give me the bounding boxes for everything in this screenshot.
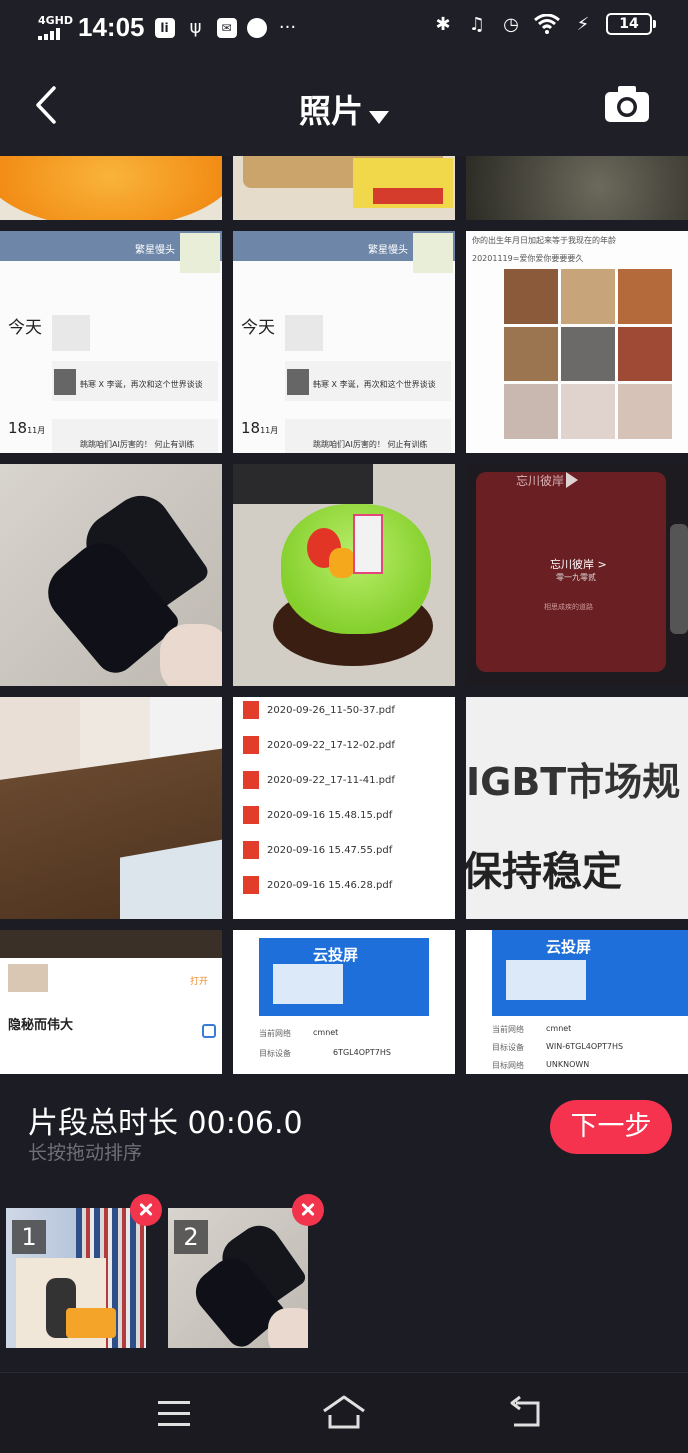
song-lyric: 相思成疾的道路 — [544, 603, 593, 611]
clock: 14:05 — [78, 12, 145, 42]
album-selector[interactable]: 照片 — [0, 86, 688, 132]
doc-text-line: IGBT市场规 — [466, 760, 681, 804]
system-navigation-bar — [0, 1372, 688, 1453]
menu-icon[interactable] — [152, 1393, 196, 1433]
mail-icon: ✉ — [216, 17, 237, 38]
song-title: 忘川彼岸 > — [550, 558, 607, 571]
cast-title: 云投屏 — [313, 946, 359, 964]
cast-network-label: 当前网络 — [492, 1025, 524, 1034]
next-step-button[interactable]: 下一步 — [550, 1100, 672, 1154]
pdf-item: 2020-09-16 15.47.55.pdf — [267, 844, 393, 856]
dropdown-caret-icon — [369, 111, 389, 124]
cast-device: 6TGL4OPT7HS — [333, 1048, 391, 1057]
clip-order-number: 2 — [174, 1220, 208, 1254]
song-title-art: 忘川彼岸 — [516, 474, 565, 488]
screenshot-cloud-cast-1[interactable]: 云投屏 当前网络 cmnet 目标设备 6TGL4OPT7HS — [233, 930, 455, 1074]
cast-device: WIN-6TGL4OPT7HS — [546, 1042, 624, 1051]
pdf-item: 2020-09-16 15.48.15.pdf — [267, 809, 393, 821]
status-bar: 4GHD 14:05 li ψ ✉ ··· ✱ ♫ ◷ ⚡ 14 — [0, 0, 688, 56]
compass-icon — [246, 17, 267, 38]
page-title: 照片 — [298, 92, 363, 130]
selected-clip-1[interactable]: 1 — [6, 1194, 162, 1348]
alarm-icon: ◷ — [503, 13, 519, 35]
cast-device-label: 目标设备 — [259, 1049, 291, 1058]
screenshot-cloud-cast-2[interactable]: 云投屏 当前网络 cmnet 目标设备 WIN-6TGL4OPT7HS 目标网络… — [466, 930, 688, 1074]
photo-cake[interactable] — [233, 464, 455, 686]
chat-month: 11月 — [27, 426, 46, 435]
cast-target-network: UNKNOWN — [546, 1060, 590, 1069]
screenshot-collage[interactable]: 你的出生年月日加起来等于我现在的年龄 20201119=爱你爱你要要要久 — [466, 231, 688, 453]
network-type: 4GHD — [38, 14, 74, 27]
open-link: 打开 — [190, 977, 209, 987]
cast-network: cmnet — [546, 1024, 572, 1033]
chat-message-2: 跳跳咱们AI厉害的！ 何止有训练 — [313, 440, 428, 449]
pdf-item: 2020-09-22_17-11-41.pdf — [267, 774, 395, 786]
photo-orange[interactable] — [0, 156, 222, 220]
pdf-item: 2020-09-22_17-12-02.pdf — [267, 739, 395, 751]
photo-dark-surface[interactable] — [466, 156, 688, 220]
video-title: 隐秘而伟大 — [8, 1018, 74, 1033]
cast-title: 云投屏 — [546, 938, 592, 956]
collage-caption-2: 20201119=爱你爱你要要要久 — [472, 254, 584, 263]
pdf-item: 2020-09-16 15.46.28.pdf — [267, 879, 393, 891]
app-notification-icon: li — [154, 17, 175, 38]
chat-message: 韩寒 X 李诞，再次和这个世界谈谈 — [313, 380, 436, 389]
back-icon[interactable] — [504, 1393, 548, 1433]
selected-clip-2[interactable]: 2 — [168, 1194, 324, 1348]
screenshot-pdf-list[interactable]: 2020-09-26_11-50-37.pdf 2020-09-22_17-12… — [233, 697, 455, 919]
screenshot-chat-2[interactable]: 繁星慢头 今天 韩寒 X 李诞，再次和这个世界谈谈 1811月 跳跳咱们AI厉害… — [233, 231, 455, 453]
doc-text-line-2: 保持稳定 — [466, 849, 622, 895]
chat-message: 韩寒 X 李诞，再次和这个世界谈谈 — [80, 380, 203, 389]
chat-day: 18 — [8, 419, 28, 437]
cast-target-network-label: 目标网络 — [492, 1061, 524, 1070]
screenshot-chat-1[interactable]: 繁星慢头 今天 韩寒 X 李诞，再次和这个世界谈谈 1811月 跳跳咱们AI厉害… — [0, 231, 222, 453]
photo-food-bag[interactable] — [233, 156, 455, 220]
photo-boots[interactable] — [0, 464, 222, 686]
song-artist: 零一九零贰 — [556, 573, 596, 582]
cast-device-label: 目标设备 — [492, 1043, 524, 1052]
camera-icon[interactable] — [604, 84, 650, 124]
usb-icon: ψ — [189, 17, 202, 38]
chat-name: 繁星慢头 — [368, 245, 408, 256]
charging-icon: ⚡ — [576, 13, 590, 35]
header: 照片 — [0, 56, 688, 156]
headphones-icon: ♫ — [468, 13, 486, 35]
remove-clip-icon[interactable] — [292, 1194, 324, 1226]
cast-network: cmnet — [313, 1028, 339, 1037]
chat-month: 11月 — [260, 426, 279, 435]
chat-day: 18 — [241, 419, 261, 437]
clip-order-number: 1 — [12, 1220, 46, 1254]
cast-network-label: 当前网络 — [259, 1029, 291, 1038]
home-icon[interactable] — [322, 1393, 366, 1433]
screenshot-video-app[interactable]: 打开 隐秘而伟大 — [0, 930, 222, 1074]
collage-caption: 你的出生年月日加起来等于我现在的年龄 — [472, 236, 616, 245]
photo-floor[interactable] — [0, 697, 222, 919]
selection-panel: 片段总时长 00:06.0 长按拖动排序 下一步 1 2 — [0, 1074, 688, 1372]
photo-grid: 繁星慢头 今天 韩寒 X 李诞，再次和这个世界谈谈 1811月 跳跳咱们AI厉害… — [0, 156, 688, 1074]
signal-icon: 4GHD — [38, 15, 73, 40]
chat-name: 繁星慢头 — [135, 245, 175, 256]
remove-clip-icon[interactable] — [130, 1194, 162, 1226]
wifi-icon — [534, 14, 560, 34]
photo-document-text[interactable]: IGBT市场规 保持稳定 — [466, 697, 688, 919]
bluetooth-icon: ✱ — [435, 13, 451, 35]
screenshot-music[interactable]: 忘川彼岸 忘川彼岸 > 零一九零贰 相思成疾的道路 — [466, 464, 688, 686]
more-icon: ··· — [278, 17, 297, 38]
chat-date-today: 今天 — [8, 318, 42, 338]
battery-level: 14 — [619, 16, 639, 32]
pdf-item: 2020-09-26_11-50-37.pdf — [267, 704, 395, 716]
sort-hint: 长按拖动排序 — [28, 1142, 143, 1164]
chat-message-2: 跳跳咱们AI厉害的！ 何止有训练 — [80, 440, 195, 449]
chat-date-today: 今天 — [241, 318, 275, 338]
battery-icon: 14 — [606, 13, 656, 35]
total-duration: 片段总时长 00:06.0 — [28, 1106, 303, 1141]
